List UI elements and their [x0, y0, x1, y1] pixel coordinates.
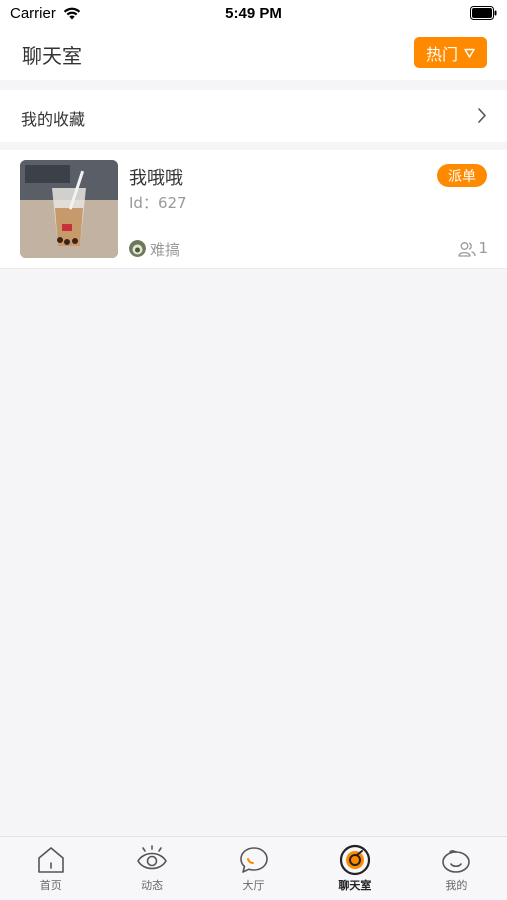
tab-mine[interactable]: 我的 — [406, 837, 507, 900]
bottom-tab-bar: 首页 动态 大厅 聊天室 我的 — [0, 836, 507, 900]
owner-name: 难搞 — [150, 241, 181, 259]
tab-lobby-label: 大厅 — [242, 879, 265, 892]
page-title: 聊天室 — [22, 44, 82, 68]
room-name: 我哦哦 — [129, 168, 183, 189]
hot-filter-label: 热门 — [425, 44, 458, 64]
tab-lobby[interactable]: 大厅 — [203, 837, 304, 900]
tab-chatroom-label: 聊天室 — [338, 879, 372, 892]
chatroom-icon — [339, 844, 371, 876]
tab-chatroom[interactable]: 聊天室 — [304, 837, 405, 900]
chatroom-card[interactable]: 我哦哦 Id：627 派单 难搞 1 — [0, 150, 507, 269]
my-favorites-row[interactable]: 我的收藏 — [0, 90, 507, 142]
room-id: Id：627 — [129, 194, 187, 212]
home-icon — [37, 847, 64, 873]
eye-icon — [137, 845, 168, 870]
chevron-right-icon — [478, 108, 486, 123]
chatroom-screen: Carrier 5:49 PM 聊天室 热门 我的收藏 我哦哦 Id：627 派… — [0, 0, 507, 900]
smiley-face-icon — [442, 850, 471, 873]
chat-bubble-icon — [239, 847, 268, 873]
tab-mine-label: 我的 — [445, 879, 468, 892]
tab-moments-label: 动态 — [141, 879, 164, 892]
my-favorites-label: 我的收藏 — [21, 110, 86, 129]
owner-avatar — [129, 240, 146, 257]
nav-bar: 聊天室 热门 — [0, 28, 507, 80]
dispatch-badge: 派单 — [437, 164, 487, 187]
battery-icon — [470, 6, 497, 20]
tab-home-label: 首页 — [39, 879, 62, 892]
status-time: 5:49 PM — [225, 5, 282, 22]
room-cover-image — [20, 160, 118, 258]
hot-filter-button[interactable]: 热门 — [414, 37, 487, 68]
section-gap — [0, 80, 507, 90]
members-icon — [458, 242, 476, 257]
status-bar: Carrier 5:49 PM — [0, 0, 507, 28]
tab-home[interactable]: 首页 — [0, 837, 101, 900]
tab-moments[interactable]: 动态 — [101, 837, 202, 900]
triangle-down-icon — [464, 48, 475, 58]
member-count: 1 — [478, 239, 488, 257]
